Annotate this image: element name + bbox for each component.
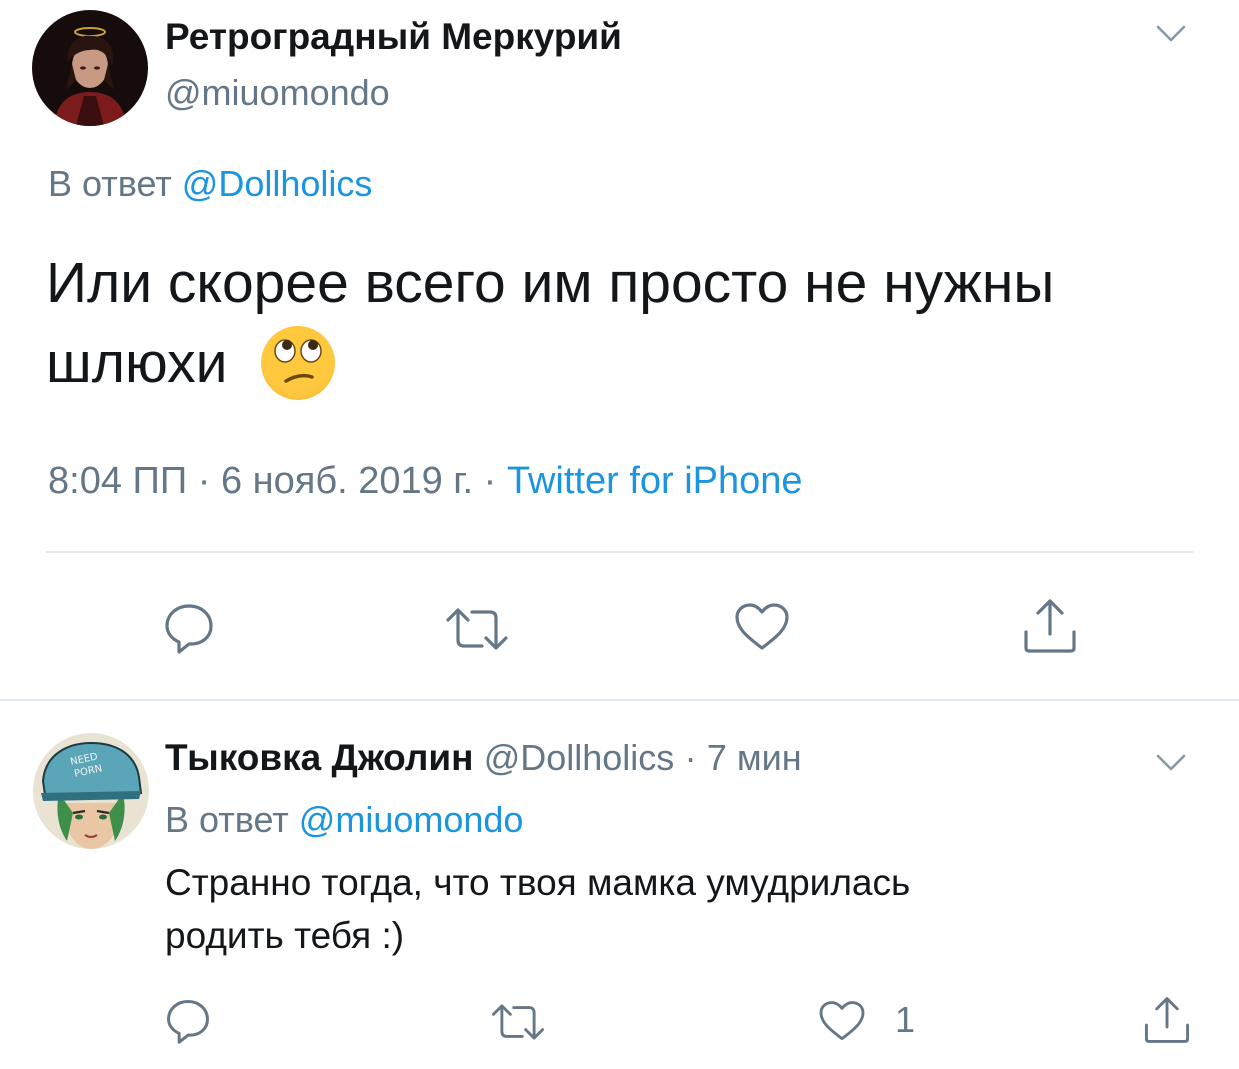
meta-separator: · <box>483 460 497 502</box>
reply-to-link[interactable]: @Dollholics <box>182 163 373 204</box>
rolling-eyes-emoji-icon <box>260 325 336 401</box>
tweet-text-line-1: Или скорее всего им просто не нужны <box>46 251 1055 315</box>
reply-prefix: В ответ <box>165 799 289 840</box>
reply-author-avatar[interactable]: NEED PORN <box>33 733 149 849</box>
tweet-time[interactable]: 8:04 ПП <box>48 460 187 502</box>
reply-icon[interactable] <box>163 602 215 654</box>
reply-icon[interactable] <box>165 998 211 1044</box>
share-icon[interactable] <box>1143 996 1191 1044</box>
retweet-icon[interactable] <box>444 606 510 652</box>
reply-context: В ответ @miuomondo <box>165 799 523 841</box>
tweet-text-line-2: шлюхи <box>46 330 227 400</box>
retweet-icon[interactable] <box>490 1002 546 1042</box>
chevron-down-icon[interactable] <box>1156 24 1186 44</box>
reply-time-ago[interactable]: 7 мин <box>707 737 802 778</box>
author-name[interactable]: Ретроградный Меркурий <box>165 16 622 58</box>
tweet-meta: 8:04 ПП · 6 нояб. 2019 г. · Twitter for … <box>48 460 803 503</box>
reply-author-handle[interactable]: @Dollholics <box>484 737 675 778</box>
chevron-down-icon[interactable] <box>1156 753 1186 773</box>
author-handle[interactable]: @miuomondo <box>165 72 390 114</box>
share-icon[interactable] <box>1022 598 1078 654</box>
reply-to-link[interactable]: @miuomondo <box>299 799 524 840</box>
reply-context: В ответ @Dollholics <box>48 163 372 205</box>
reply-text-line-2: родить тебя :) <box>165 915 405 956</box>
tweet-date[interactable]: 6 нояб. 2019 г. <box>221 460 473 502</box>
meta-separator: · <box>197 460 211 502</box>
meta-separator: · <box>684 737 697 778</box>
like-icon[interactable] <box>818 1000 866 1042</box>
like-count: 1 <box>895 999 916 1040</box>
like-icon[interactable] <box>734 602 790 652</box>
thread-separator <box>0 699 1239 701</box>
reply-header: Тыковка Джолин @Dollholics · 7 мин <box>165 737 802 779</box>
author-avatar[interactable] <box>32 10 148 126</box>
reply-author-name[interactable]: Тыковка Джолин <box>165 737 473 778</box>
reply-prefix: В ответ <box>48 163 172 204</box>
tweet-source-link[interactable]: Twitter for iPhone <box>507 460 803 502</box>
reply-text-line-1: Странно тогда, что твоя мамка умудрилась <box>165 862 911 903</box>
tweet-text-word: шлюхи <box>46 331 228 395</box>
divider <box>46 551 1193 553</box>
